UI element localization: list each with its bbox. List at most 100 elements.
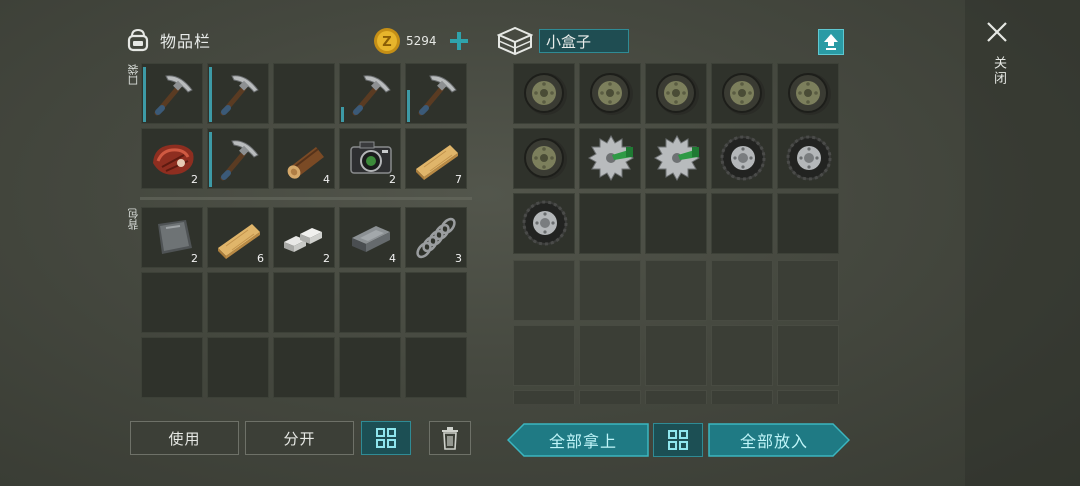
locked-slot	[579, 260, 641, 321]
locked-slot	[777, 390, 839, 404]
sort-container-button[interactable]	[653, 423, 703, 457]
empty-slot[interactable]	[273, 63, 335, 124]
locked-slot	[513, 390, 575, 404]
item-slot[interactable]	[513, 63, 575, 124]
locked-slot	[579, 325, 641, 386]
item-slot[interactable]	[207, 63, 269, 124]
container-grid	[513, 63, 839, 254]
item-slot[interactable]	[579, 128, 641, 189]
item-count: 7	[455, 173, 462, 186]
item-slot[interactable]: 3	[405, 207, 467, 268]
backpack-icon	[124, 26, 152, 54]
item-slot[interactable]: 2	[141, 207, 203, 268]
sort-inventory-button[interactable]	[361, 421, 411, 455]
pocket-grid: 2 4 2 7	[141, 63, 467, 189]
empty-slot[interactable]	[645, 193, 707, 254]
item-slot[interactable]: 2	[273, 207, 335, 268]
empty-slot[interactable]	[141, 272, 203, 333]
empty-slot[interactable]	[405, 272, 467, 333]
item-count: 3	[455, 252, 462, 265]
use-button[interactable]: 使用	[130, 421, 239, 455]
inventory-header: 物品栏	[124, 26, 211, 54]
item-count: 4	[323, 173, 330, 186]
durability-bar	[407, 90, 410, 122]
item-slot[interactable]	[645, 63, 707, 124]
locked-slot	[645, 325, 707, 386]
locked-slot	[711, 260, 773, 321]
durability-bar	[341, 107, 344, 122]
close-label: 关闭	[991, 56, 1006, 86]
backpack-label: 背包	[127, 208, 140, 230]
locked-slot	[777, 325, 839, 386]
empty-slot[interactable]	[273, 272, 335, 333]
empty-slot[interactable]	[405, 337, 467, 398]
item-slot[interactable]	[645, 128, 707, 189]
item-slot[interactable]: 4	[339, 207, 401, 268]
durability-bar	[209, 132, 212, 187]
item-slot[interactable]	[711, 63, 773, 124]
item-slot[interactable]	[579, 63, 641, 124]
locked-slot	[645, 260, 707, 321]
durability-bar	[209, 67, 212, 122]
item-slot[interactable]	[777, 63, 839, 124]
empty-slot[interactable]	[207, 337, 269, 398]
item-slot[interactable]	[405, 63, 467, 124]
container-name[interactable]: 小盒子	[539, 29, 629, 53]
close-strip	[965, 0, 1080, 486]
empty-slot[interactable]	[579, 193, 641, 254]
item-slot[interactable]: 7	[405, 128, 467, 189]
item-count: 2	[191, 173, 198, 186]
empty-slot[interactable]	[273, 337, 335, 398]
split-button[interactable]: 分开	[245, 421, 354, 455]
coin-count: 5294	[406, 34, 437, 48]
item-count: 6	[257, 252, 264, 265]
close-icon	[987, 22, 1007, 42]
arrow-up-icon	[824, 34, 838, 50]
item-slot[interactable]	[777, 128, 839, 189]
trash-icon	[442, 427, 458, 450]
item-slot[interactable]	[339, 63, 401, 124]
box-icon	[496, 26, 534, 56]
locked-slot	[579, 390, 641, 404]
locked-slot	[711, 390, 773, 404]
upload-button[interactable]	[818, 29, 844, 55]
item-count: 2	[389, 173, 396, 186]
put-all-button[interactable]: 全部放入	[708, 423, 850, 457]
close-button[interactable]: 关闭	[985, 20, 1011, 100]
locked-slot	[645, 390, 707, 404]
item-slot[interactable]	[711, 128, 773, 189]
backpack-grid: 2 6 2 4 3	[141, 207, 467, 398]
take-all-label: 全部拿上	[548, 432, 617, 451]
locked-slot	[711, 325, 773, 386]
grid-sort-icon	[376, 428, 396, 448]
take-all-button[interactable]: 全部拿上	[507, 423, 649, 457]
empty-slot[interactable]	[711, 193, 773, 254]
item-slot[interactable]: 4	[273, 128, 335, 189]
item-slot[interactable]	[141, 63, 203, 124]
trash-button[interactable]	[429, 421, 471, 455]
empty-slot[interactable]	[339, 272, 401, 333]
put-all-label: 全部放入	[739, 432, 808, 451]
item-count: 2	[323, 252, 330, 265]
container-grid-locked	[513, 260, 839, 404]
empty-slot[interactable]	[777, 193, 839, 254]
item-slot[interactable]	[513, 193, 575, 254]
empty-slot[interactable]	[339, 337, 401, 398]
pocket-label: 口袋	[127, 64, 140, 86]
item-slot[interactable]: 6	[207, 207, 269, 268]
coin-icon: Z	[372, 26, 402, 56]
grid-sort-icon	[668, 430, 688, 450]
item-slot[interactable]	[207, 128, 269, 189]
item-slot[interactable]: 2	[339, 128, 401, 189]
item-slot[interactable]: 2	[141, 128, 203, 189]
locked-slot	[777, 260, 839, 321]
durability-bar	[143, 67, 146, 122]
item-slot[interactable]	[513, 128, 575, 189]
empty-slot[interactable]	[207, 272, 269, 333]
section-divider	[140, 197, 472, 200]
empty-slot[interactable]	[141, 337, 203, 398]
svg-text:Z: Z	[382, 35, 391, 50]
item-count: 2	[191, 252, 198, 265]
locked-slot	[513, 325, 575, 386]
add-coins-icon[interactable]	[449, 31, 469, 51]
